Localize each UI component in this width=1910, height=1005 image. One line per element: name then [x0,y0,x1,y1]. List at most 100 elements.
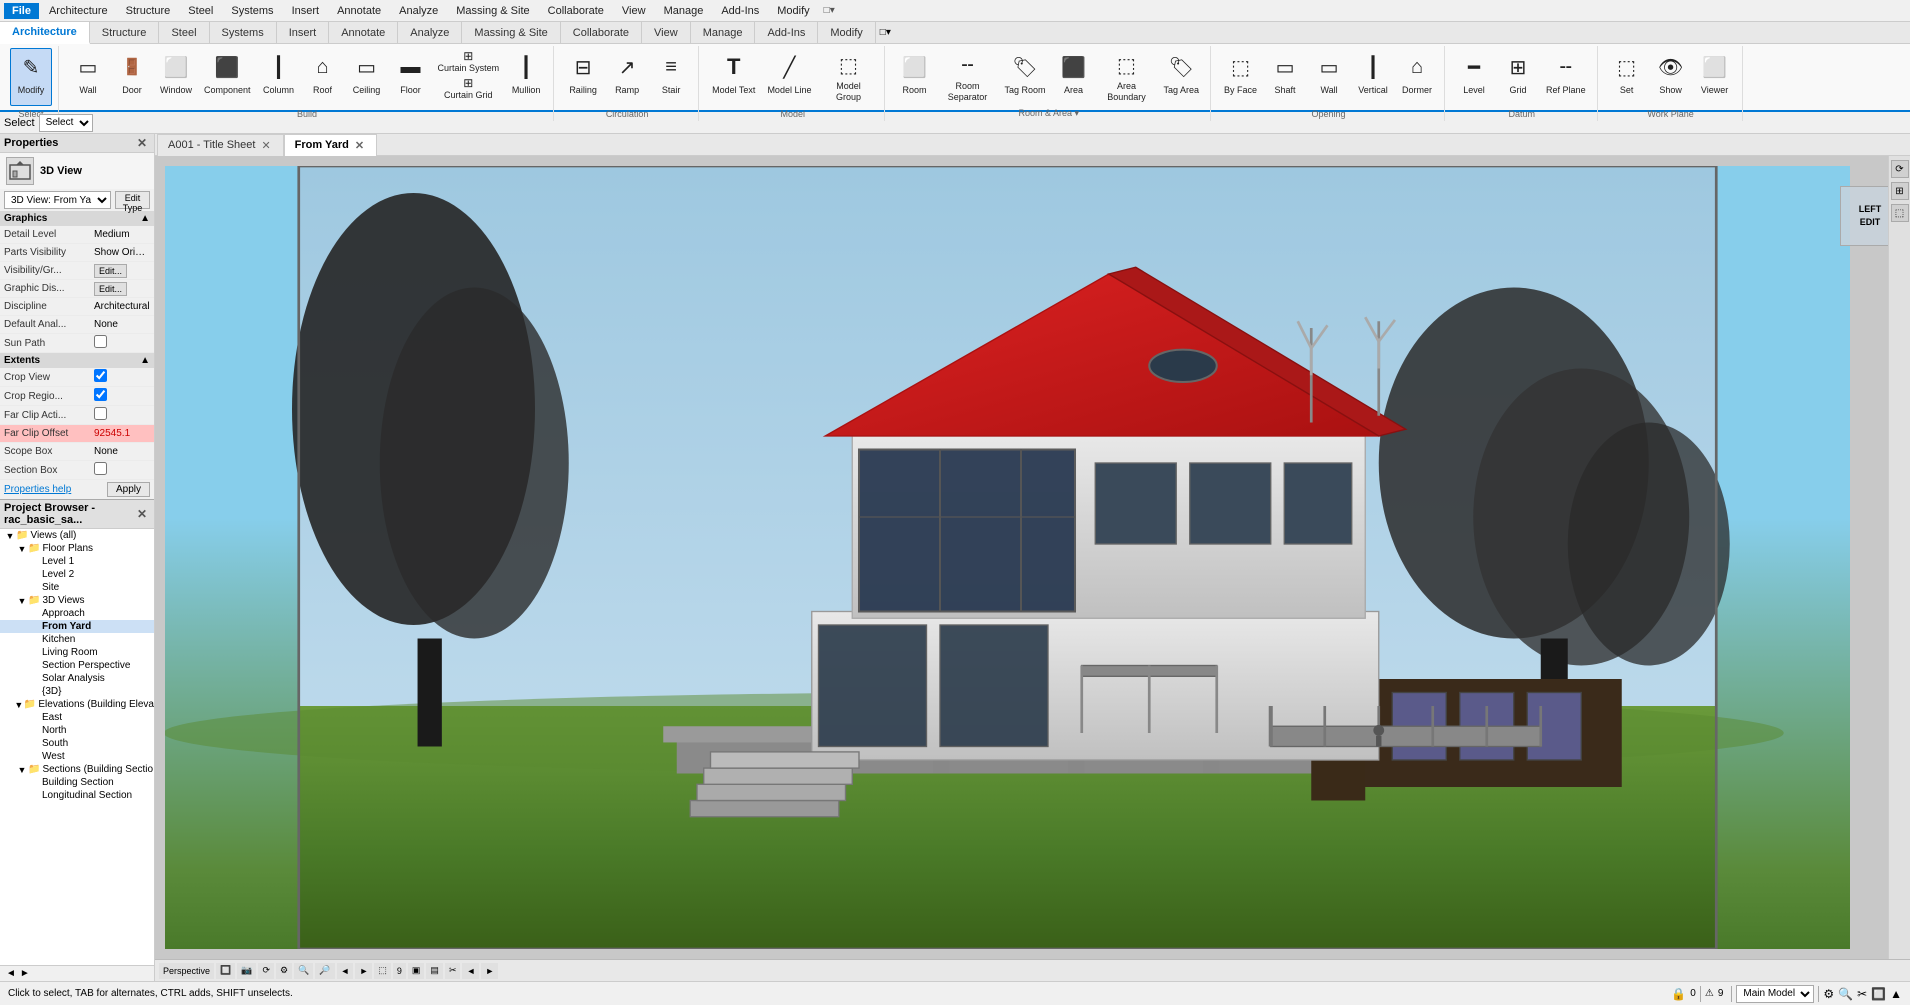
properties-close-btn[interactable]: ✕ [134,136,150,150]
tree-item-kitchen[interactable]: Kitchen [0,633,154,646]
view-ctrl-settings[interactable]: ⚙ [276,963,292,979]
tree-item-views[interactable]: ▼ 📁 Views (all) [0,529,154,542]
view-ctrl-right[interactable]: ► [355,963,372,979]
tab-collaborate[interactable]: Collaborate [561,22,642,44]
tree-item-site[interactable]: Site [0,581,154,594]
tree-item-sectionperspective[interactable]: Section Perspective [0,659,154,672]
structure-menu-item[interactable]: Structure [118,3,179,19]
tree-item-longitudinalsection[interactable]: Longitudinal Section [0,789,154,802]
addins-menu-item[interactable]: Add-Ins [713,3,767,19]
tree-item-south[interactable]: South [0,737,154,750]
browser-scroll-up[interactable]: ◄ [4,968,18,979]
select-dropdown[interactable]: Select [39,114,93,132]
door-button[interactable]: 🚪 Door [111,48,153,106]
column-button[interactable]: ┃ Column [258,48,300,106]
tab-architecture[interactable]: Architecture [0,22,90,44]
tree-item-sections[interactable]: ▼ 📁 Sections (Building Sectio [0,763,154,776]
curtain-system-button[interactable]: ⊞ Curtain System [434,48,504,74]
tab-annotate[interactable]: Annotate [329,22,398,44]
graphic-edit-btn[interactable]: Edit... [94,282,127,296]
area-boundary-button[interactable]: ⬚ Area Boundary [1097,48,1157,106]
set-button[interactable]: ⬚ Set [1606,48,1648,106]
ribbon-collapse[interactable]: □▾ [880,27,891,38]
dormer-button[interactable]: ⌂ Dormer [1396,48,1438,106]
steel-menu-item[interactable]: Steel [180,3,221,19]
analyze-menu-item[interactable]: Analyze [391,3,446,19]
tree-item-east[interactable]: East [0,711,154,724]
view-ctrl-render[interactable]: ▣ [408,963,425,979]
view-ctrl-zoom-in[interactable]: 🔍 [294,963,313,979]
float-btn-2[interactable]: ⊞ [1891,182,1909,200]
view-ctrl-crop[interactable]: ⬚ [374,963,391,979]
tree-item-solaranalysis[interactable]: Solar Analysis [0,672,154,685]
tree-item-north[interactable]: North [0,724,154,737]
extents-collapse-btn[interactable]: ▲ [140,355,150,366]
tree-item-elevations[interactable]: ▼ 📁 Elevations (Building Eleva [0,698,154,711]
tree-item-3dviews[interactable]: ▼ 📁 3D Views [0,594,154,607]
file-menu-item[interactable]: File [4,3,39,19]
tree-item-3d[interactable]: {3D} [0,685,154,698]
tree-toggle-floorplans[interactable]: ▼ [16,544,28,554]
stair-button[interactable]: ≡ Stair [650,48,692,106]
float-btn-1[interactable]: ⟳ [1891,160,1909,178]
ref-plane-button[interactable]: ╌ Ref Plane [1541,48,1591,106]
systems-menu-item[interactable]: Systems [223,3,281,19]
tab-manage[interactable]: Manage [691,22,756,44]
view-ctrl-camera[interactable]: 📷 [237,963,256,979]
project-browser-tree[interactable]: ▼ 📁 Views (all) ▼ 📁 Floor Plans Level 1 [0,529,154,965]
tree-toggle-3dviews[interactable]: ▼ [16,596,28,606]
status-filter-icon[interactable]: 🔍 [1838,987,1853,1001]
component-button[interactable]: ⬛ Component [199,48,256,106]
view-ctrl-left[interactable]: ◄ [337,963,354,979]
tree-item-fromyard[interactable]: From Yard [0,620,154,633]
graphics-collapse-btn[interactable]: ▲ [140,213,150,224]
tree-item-livingroom[interactable]: Living Room [0,646,154,659]
wall-button[interactable]: ▭ Wall [67,48,109,106]
edit-type-button[interactable]: Edit Type [115,191,150,209]
model-selector[interactable]: Main Model [1736,985,1814,1003]
view-ctrl-box[interactable]: ▤ [426,963,443,979]
tree-toggle-sections[interactable]: ▼ [16,765,28,775]
manage-menu-item[interactable]: Manage [656,3,712,19]
vertical-button[interactable]: ┃ Vertical [1352,48,1394,106]
project-browser-close-btn[interactable]: ✕ [134,507,150,521]
model-text-button[interactable]: T Model Text [707,48,760,106]
status-lock-icon[interactable]: 🔒 [1671,987,1686,1001]
tree-toggle-elevations[interactable]: ▼ [14,700,24,710]
section-box-checkbox[interactable] [94,462,107,475]
grid-button[interactable]: ⊞ Grid [1497,48,1539,106]
view-ctrl-zoom-out[interactable]: 🔎 [315,963,334,979]
ramp-button[interactable]: ↗ Ramp [606,48,648,106]
room-separator-button[interactable]: ╌ Room Separator [937,48,997,106]
status-clip-icon[interactable]: ✂ [1857,987,1867,1001]
curtain-grid-button[interactable]: ⊞ Curtain Grid [434,75,504,101]
floor-button[interactable]: ▬ Floor [390,48,432,106]
collaborate-menu-item[interactable]: Collaborate [540,3,612,19]
view-ctrl-next[interactable]: ► [481,963,498,979]
show-button[interactable]: 👁 Show [1650,48,1692,106]
model-group-button[interactable]: ⬚ Model Group [818,48,878,106]
tab-title-sheet[interactable]: A001 - Title Sheet ✕ [157,134,284,156]
annotate-menu-item[interactable]: Annotate [329,3,389,19]
roof-button[interactable]: ⌂ Roof [302,48,344,106]
visibility-edit-btn[interactable]: Edit... [94,264,127,278]
tree-item-approach[interactable]: Approach [0,607,154,620]
tab-massing[interactable]: Massing & Site [462,22,560,44]
apply-button[interactable]: Apply [107,482,150,497]
view-menu-item[interactable]: View [614,3,654,19]
view-ctrl-3d[interactable]: 🔲 [216,963,235,979]
modify-menu-item[interactable]: Modify [769,3,817,19]
tab-systems[interactable]: Systems [210,22,277,44]
crop-view-checkbox[interactable] [94,369,107,382]
view-ctrl-9[interactable]: 9 [393,963,406,979]
view-ctrl-cut[interactable]: ✂ [445,963,461,979]
properties-help-link[interactable]: Properties help [4,484,71,495]
level-button[interactable]: ━ Level [1453,48,1495,106]
tab-steel[interactable]: Steel [159,22,209,44]
tab-view[interactable]: View [642,22,691,44]
by-face-button[interactable]: ⬚ By Face [1219,48,1262,106]
modify-button[interactable]: ✎ Modify [10,48,52,106]
tab-addins[interactable]: Add-Ins [755,22,818,44]
view-ctrl-rotate[interactable]: ⟳ [258,963,274,979]
tree-item-west[interactable]: West [0,750,154,763]
